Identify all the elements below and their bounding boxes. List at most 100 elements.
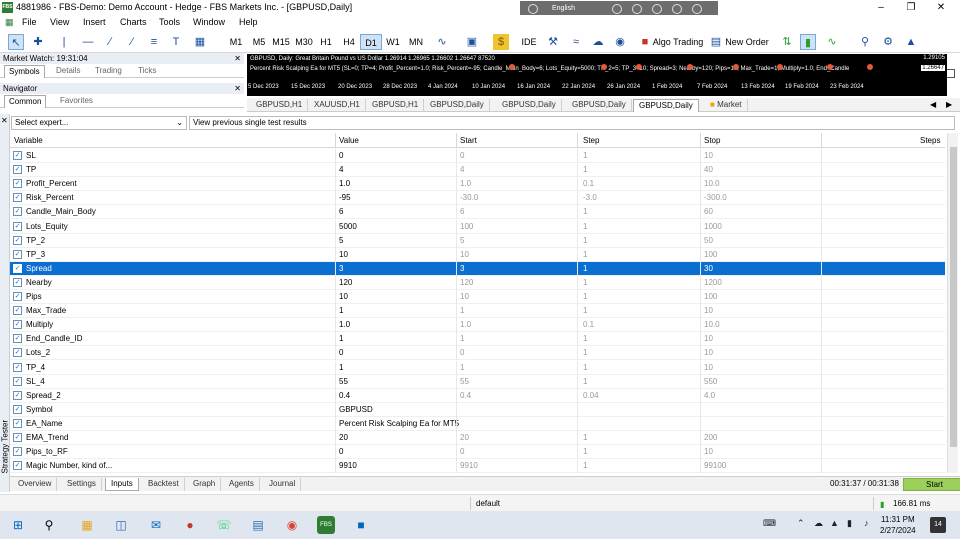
lb-help-icon[interactable] [692, 4, 702, 14]
new-order-button[interactable]: New Order [725, 34, 769, 50]
tf-d1[interactable]: D1 [360, 34, 382, 50]
cell-value[interactable]: 6 [339, 207, 343, 216]
table-row[interactable]: ✓ EA_Name Percent Risk Scalping Ea for MT5 [10, 416, 945, 431]
cell-value[interactable]: 1.0 [339, 179, 350, 188]
chrome-icon[interactable]: ◉ [283, 516, 301, 534]
navigator-close-icon[interactable]: ✕ [234, 83, 241, 94]
cell-value[interactable]: 1.0 [339, 320, 350, 329]
col-steps[interactable]: Steps [920, 136, 940, 145]
cell-value[interactable]: 10 [339, 292, 348, 301]
table-row[interactable]: ✓ Pips_to_RF 0 0 1 10 [10, 445, 945, 460]
mail-icon[interactable]: ✉ [147, 516, 165, 534]
tester-close-icon[interactable]: ✕ [1, 116, 8, 125]
market-watch-close-icon[interactable]: ✕ [234, 53, 241, 64]
cell-value[interactable]: 5000 [339, 222, 357, 231]
row-checkbox[interactable]: ✓ [13, 418, 22, 428]
tab-backtest[interactable]: Backtest [143, 478, 185, 491]
depth-icon[interactable]: ⇅ [779, 34, 795, 50]
tf-m30[interactable]: M30 [293, 34, 315, 50]
cell-value[interactable]: 0.4 [339, 391, 350, 400]
chart-tab[interactable]: GBPUSD,Daily [497, 99, 562, 112]
tab-ticks[interactable]: Ticks [134, 65, 160, 78]
table-row[interactable]: ✓ TP_4 1 1 1 10 [10, 360, 945, 375]
tf-h1[interactable]: H1 [315, 34, 337, 50]
col-variable[interactable]: Variable [14, 136, 43, 145]
table-row[interactable]: ✓ Lots_Equity 5000 100 1 1000 [10, 219, 945, 234]
table-row[interactable]: ✓ Multiply 1.0 1.0 0.1 10.0 [10, 318, 945, 333]
restore-icon[interactable]: ❐ [896, 0, 926, 15]
table-row[interactable]: ✓ Risk_Percent -95 -30.0 -3.0 -300.0 [10, 191, 945, 206]
notification-badge[interactable]: 14 [930, 517, 946, 533]
cell-value[interactable]: 0 [339, 151, 343, 160]
col-value[interactable]: Value [339, 136, 359, 145]
table-row[interactable]: ✓ EMA_Trend 20 20 1 200 [10, 431, 945, 445]
cell-value[interactable]: 0 [339, 447, 343, 456]
table-row[interactable]: ✓ Spread_2 0.4 0.4 0.04 4.0 [10, 388, 945, 403]
table-row[interactable]: ✓ Pips 10 10 1 100 [10, 290, 945, 304]
chart-tab-active[interactable]: GBPUSD,Daily [633, 99, 699, 112]
cloud-icon[interactable]: ☁ [590, 34, 606, 50]
cell-value[interactable]: 20 [339, 433, 348, 442]
col-divider[interactable] [335, 133, 336, 148]
cell-value[interactable]: 10 [339, 250, 348, 259]
row-checkbox[interactable]: ✓ [13, 334, 22, 344]
col-divider[interactable] [821, 133, 822, 148]
lb-pen-icon[interactable] [672, 4, 682, 14]
tab-inputs[interactable]: Inputs [105, 478, 139, 491]
vps-icon[interactable]: ◉ [612, 34, 628, 50]
table-row[interactable]: ✓ Candle_Main_Body 6 6 1 60 [10, 205, 945, 220]
app-menu-icon[interactable]: ▦ [5, 17, 14, 28]
channel-icon[interactable]: ∕ [124, 34, 140, 50]
minimize-icon[interactable]: – [866, 0, 896, 15]
table-row[interactable]: ✓ SL 0 0 1 10 [10, 149, 945, 163]
col-stop[interactable]: Stop [704, 136, 720, 145]
crosshair-icon[interactable]: ✚ [30, 34, 46, 50]
col-start[interactable]: Start [460, 136, 477, 145]
row-checkbox[interactable]: ✓ [13, 320, 22, 330]
tab-symbols[interactable]: Symbols [4, 65, 45, 78]
menu-insert[interactable]: Insert [83, 17, 106, 27]
text-icon[interactable]: T [168, 34, 184, 50]
row-checkbox[interactable]: ✓ [13, 362, 22, 372]
tf-m15[interactable]: M15 [270, 34, 292, 50]
chart-type-icon[interactable]: ∿ [434, 34, 450, 50]
whatsapp-icon[interactable]: ☏ [215, 516, 233, 534]
fibonacci-icon[interactable]: ≡ [146, 34, 162, 50]
tf-w1[interactable]: W1 [382, 34, 404, 50]
col-divider[interactable] [700, 133, 701, 148]
metaquotes-icon[interactable]: ⚒ [545, 34, 561, 50]
lb-gear-icon[interactable] [652, 4, 662, 14]
tf-mn[interactable]: MN [405, 34, 427, 50]
table-row[interactable]: ✓ Spread 3 3 1 30 [10, 261, 945, 276]
color-scheme-icon[interactable]: ▣ [464, 34, 480, 50]
row-checkbox[interactable]: ✓ [13, 433, 22, 442]
table-row[interactable]: ✓ TP_2 5 5 1 50 [10, 233, 945, 248]
row-checkbox[interactable]: ✓ [13, 292, 22, 301]
cell-value[interactable]: 120 [339, 278, 352, 287]
lb-settings-icon[interactable] [528, 4, 538, 14]
network-app-icon[interactable]: ▤ [249, 516, 267, 534]
tab-journal[interactable]: Journal [264, 478, 302, 491]
lb-pin-icon[interactable] [612, 4, 622, 14]
table-row[interactable]: ✓ Nearby 120 120 1 1200 [10, 275, 945, 290]
ide-button[interactable]: IDE [520, 34, 538, 50]
tab-settings[interactable]: Settings [62, 478, 102, 491]
menu-file[interactable]: File [22, 17, 37, 27]
fbs-terminal-icon[interactable]: FBS [317, 516, 335, 534]
tabs-scroll-left-icon[interactable]: ◀ [930, 100, 936, 109]
table-row[interactable]: ✓ SL_4 55 55 1 550 [10, 374, 945, 389]
tf-m1[interactable]: M1 [225, 34, 247, 50]
table-row[interactable]: ✓ Profit_Percent 1.0 1.0 0.1 10.0 [10, 177, 945, 192]
dollar-icon[interactable]: $ [493, 34, 509, 50]
tray-keyboard-icon[interactable]: ⌨ [763, 518, 776, 529]
price-chart[interactable]: GBPUSD, Daily: Great Britain Pound vs US… [247, 54, 947, 96]
cell-value[interactable]: 4 [339, 165, 343, 174]
cell-value[interactable]: -95 [339, 193, 351, 202]
search-icon[interactable]: ⚲ [857, 34, 873, 50]
row-checkbox[interactable]: ✓ [13, 179, 22, 189]
cell-value[interactable]: 0 [339, 348, 343, 357]
inputs-scrollbar[interactable] [947, 133, 958, 473]
row-checkbox[interactable]: ✓ [13, 207, 22, 217]
row-checkbox[interactable]: ✓ [13, 461, 22, 471]
tray-battery-icon[interactable]: ▮ [847, 518, 852, 529]
